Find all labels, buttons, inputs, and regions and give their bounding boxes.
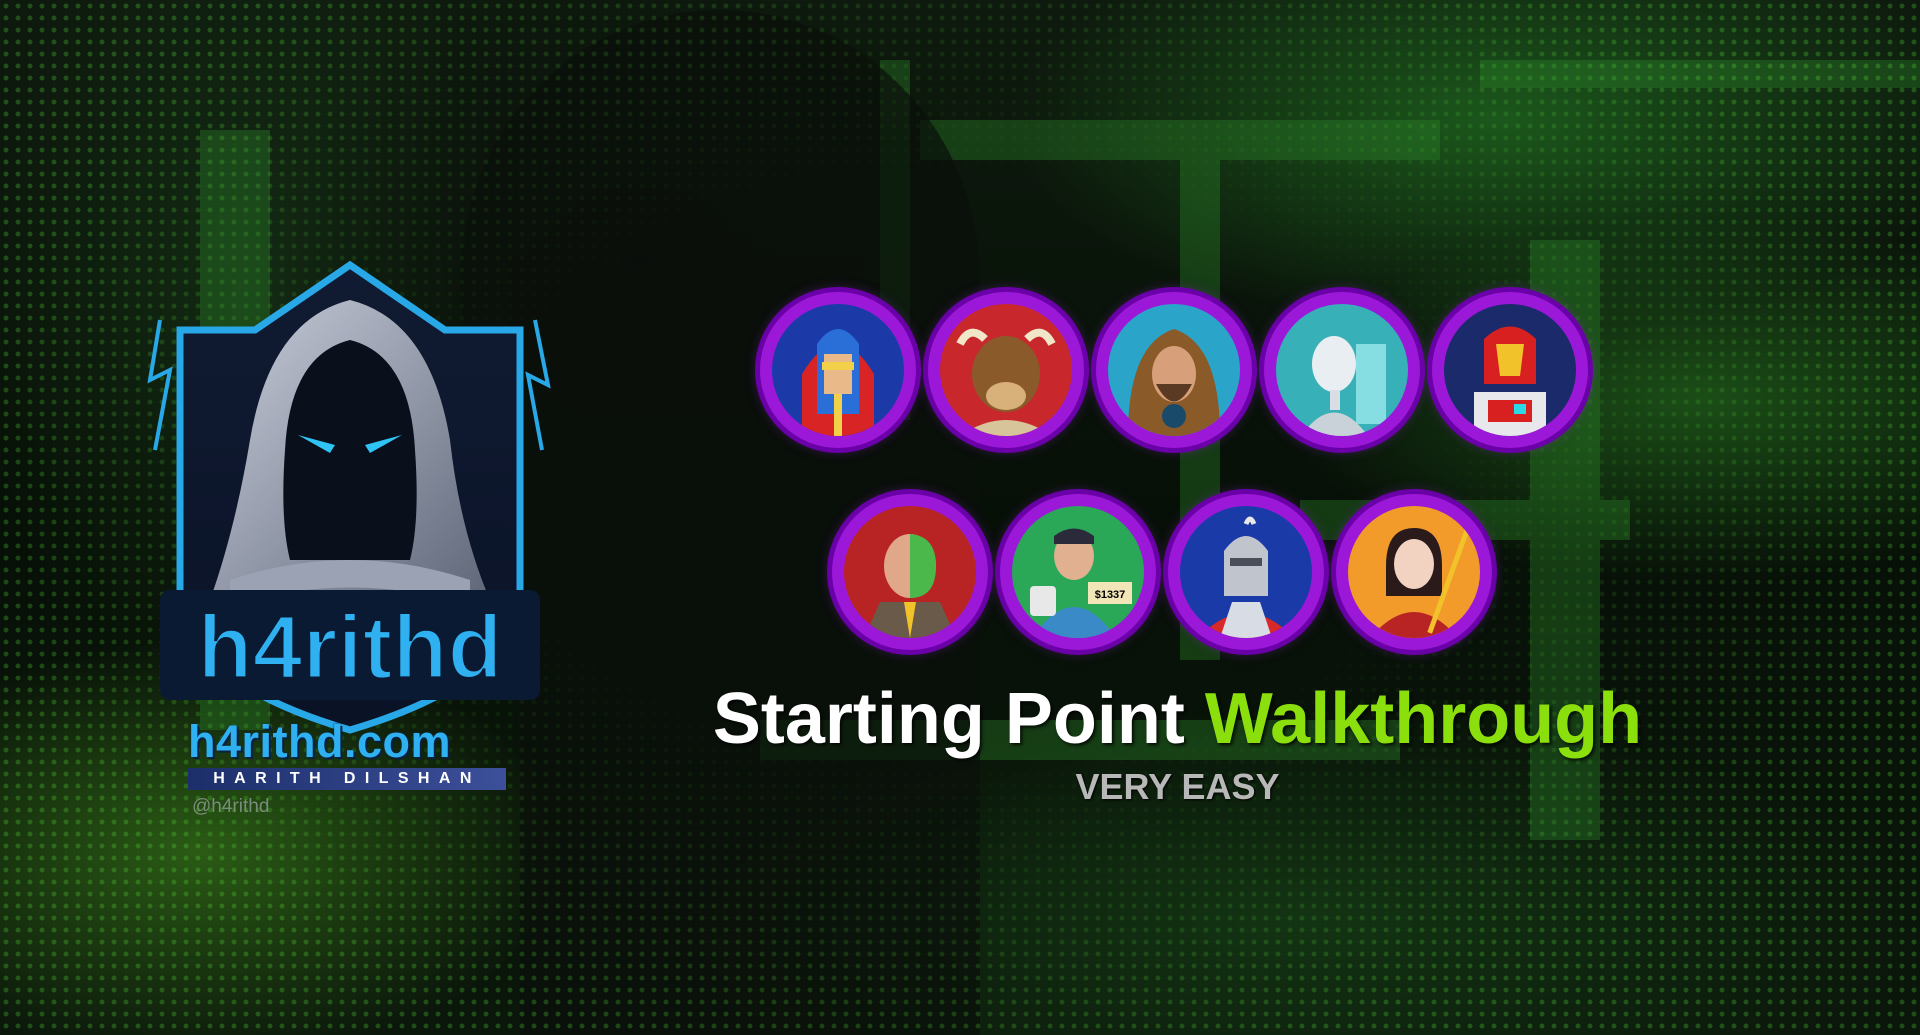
price-tag-text: $1337	[1095, 589, 1126, 601]
title-part-starting-point: Starting Point	[712, 679, 1185, 759]
badge-hooded-mystic	[1096, 292, 1252, 448]
badge-helmeted-warrior	[760, 292, 916, 448]
title-part-walkthrough: Walkthrough	[1204, 679, 1643, 759]
badge-two-face-businessman	[832, 494, 988, 650]
badge-woman-with-staff	[1336, 494, 1492, 650]
badge-man-with-1337-sign: $1337	[1000, 494, 1156, 650]
badge-red-gold-armored-robot	[1432, 292, 1588, 448]
badge-android-woman	[1264, 292, 1420, 448]
page-title: Starting Point Walkthrough	[0, 678, 1920, 760]
badge-armored-knight	[1168, 494, 1324, 650]
badge-bull-warrior	[928, 292, 1084, 448]
difficulty-label: VERY EASY	[1075, 766, 1280, 807]
